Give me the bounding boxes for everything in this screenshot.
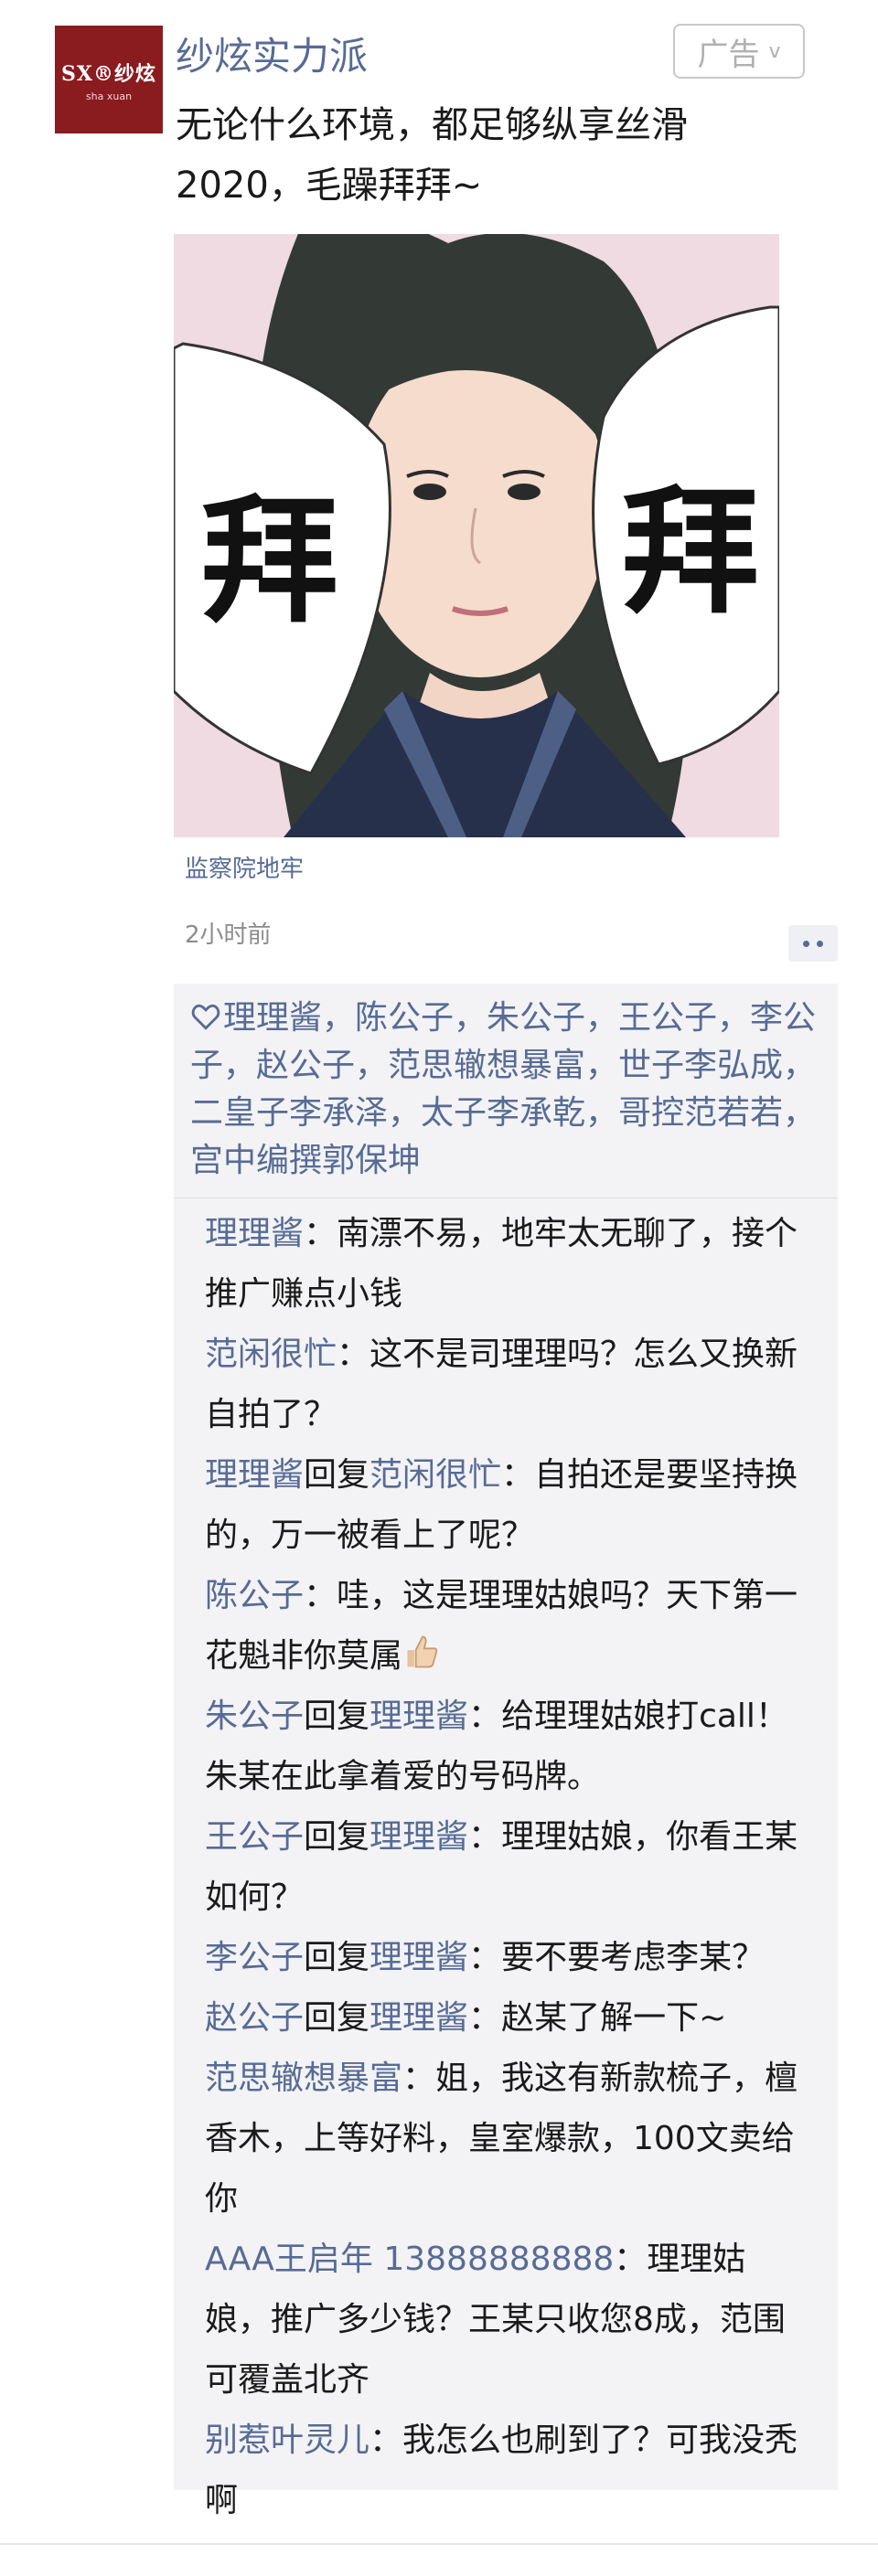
comments-list: 理理酱：南漂不易，地牢太无聊了，接个推广赚点小钱 范闲很忙：这不是司理理吗？怎么… bbox=[174, 1198, 838, 2531]
comment-author[interactable]: 赵公子 bbox=[205, 1999, 304, 2037]
comment-item[interactable]: 朱公子回复理理酱：给理理姑娘打call！朱某在此拿着爱的号码牌。 bbox=[205, 1687, 807, 1807]
thumbs-up-icon bbox=[407, 1635, 438, 1668]
post-time: 2小时前 bbox=[185, 921, 272, 949]
comment-item[interactable]: 理理酱回复范闲很忙：自拍还是要坚持换的，万一被看上了呢？ bbox=[205, 1445, 807, 1566]
author-avatar[interactable]: SX®纱炫 sha xuan bbox=[55, 26, 163, 133]
comment-text: 要不要考虑李某？ bbox=[501, 1939, 766, 1976]
reply-target[interactable]: 理理酱 bbox=[369, 1999, 468, 2037]
reply-word: 回复 bbox=[304, 1999, 370, 2037]
comment-author[interactable]: 王公子 bbox=[205, 1818, 304, 1856]
comment-item[interactable]: 陈公子：哇，这是理理姑娘吗？天下第一花魁非你莫属 bbox=[205, 1566, 807, 1687]
heart-icon bbox=[191, 1004, 220, 1030]
avatar-logo-text: SX®纱炫 bbox=[61, 61, 156, 86]
post-image[interactable]: 拜 拜 bbox=[174, 234, 779, 837]
reply-word: 回复 bbox=[304, 1456, 370, 1494]
fan-character-left: 拜 bbox=[201, 481, 338, 642]
reply-target[interactable]: 范闲很忙 bbox=[369, 1456, 501, 1494]
reply-target[interactable]: 理理酱 bbox=[369, 1939, 468, 1976]
likes-names[interactable]: 理理酱，陈公子，朱公子，王公子，李公子，赵公子，范思辙想暴富，世子李弘成，二皇子… bbox=[190, 999, 816, 1179]
comment-item[interactable]: 赵公子回复理理酱：赵某了解一下~ bbox=[205, 1988, 807, 2049]
author-name[interactable]: 纱炫实力派 bbox=[176, 26, 368, 81]
ad-badge[interactable]: 广告 v bbox=[673, 24, 805, 79]
fan-character-right: 拜 bbox=[622, 472, 759, 633]
comment-text: 赵某了解一下~ bbox=[501, 1999, 727, 2037]
comment-author[interactable]: 范闲很忙 bbox=[205, 1336, 337, 1373]
comment-item[interactable]: 理理酱：南漂不易，地牢太无聊了，接个推广赚点小钱 bbox=[205, 1204, 807, 1325]
interaction-panel: 理理酱，陈公子，朱公子，王公子，李公子，赵公子，范思辙想暴富，世子李弘成，二皇子… bbox=[174, 984, 838, 2519]
reply-word: 回复 bbox=[304, 1818, 370, 1856]
reply-word: 回复 bbox=[304, 1698, 370, 1735]
more-actions-button[interactable] bbox=[788, 925, 838, 962]
reply-target[interactable]: 理理酱 bbox=[369, 1698, 468, 1735]
dot-icon bbox=[803, 940, 809, 947]
comment-item[interactable]: 李公子回复理理酱：要不要考虑李某？ bbox=[205, 1928, 807, 1988]
comment-author[interactable]: 理理酱 bbox=[205, 1456, 304, 1494]
comment-item[interactable]: 范闲很忙：这不是司理理吗？怎么又换新自拍了？ bbox=[205, 1325, 807, 1445]
reply-word: 回复 bbox=[304, 1939, 370, 1976]
comment-item[interactable]: AAA王启年 13888888888：理理姑娘，推广多少钱？王某只收您8成，范围… bbox=[205, 2230, 807, 2411]
comment-author[interactable]: 范思辙想暴富 bbox=[205, 2060, 402, 2097]
post-text: 无论什么环境，都足够纵享丝滑2020，毛躁拜拜~ bbox=[176, 104, 688, 207]
comment-item[interactable]: 范思辙想暴富：姐，我这有新款梳子，檀香木，上等好料，皇室爆款，100文卖给你 bbox=[205, 2049, 807, 2230]
likes-list: 理理酱，陈公子，朱公子，王公子，李公子，赵公子，范思辙想暴富，世子李弘成，二皇子… bbox=[174, 984, 838, 1198]
divider bbox=[0, 2543, 878, 2545]
illustration-woman-with-fans: 拜 拜 bbox=[174, 234, 779, 837]
avatar-logo-subtext: sha xuan bbox=[85, 90, 133, 102]
chevron-down-icon: v bbox=[768, 39, 781, 63]
dot-icon bbox=[817, 940, 823, 947]
comment-item[interactable]: 别惹叶灵儿：我怎么也刷到了？可我没秃啊 bbox=[205, 2411, 807, 2531]
comment-author[interactable]: 别惹叶灵儿 bbox=[205, 2422, 369, 2459]
comment-author[interactable]: AAA王启年 13888888888 bbox=[205, 2241, 614, 2278]
comment-author[interactable]: 理理酱 bbox=[205, 1215, 304, 1252]
reply-target[interactable]: 理理酱 bbox=[369, 1818, 468, 1856]
ad-label: 广告 bbox=[697, 36, 760, 73]
comment-author[interactable]: 李公子 bbox=[205, 1939, 304, 1976]
post-location[interactable]: 监察院地牢 bbox=[185, 850, 304, 884]
comment-item[interactable]: 王公子回复理理酱：理理姑娘，你看王某如何？ bbox=[205, 1807, 807, 1928]
comment-author[interactable]: 陈公子 bbox=[205, 1577, 304, 1614]
comment-author[interactable]: 朱公子 bbox=[205, 1698, 304, 1735]
